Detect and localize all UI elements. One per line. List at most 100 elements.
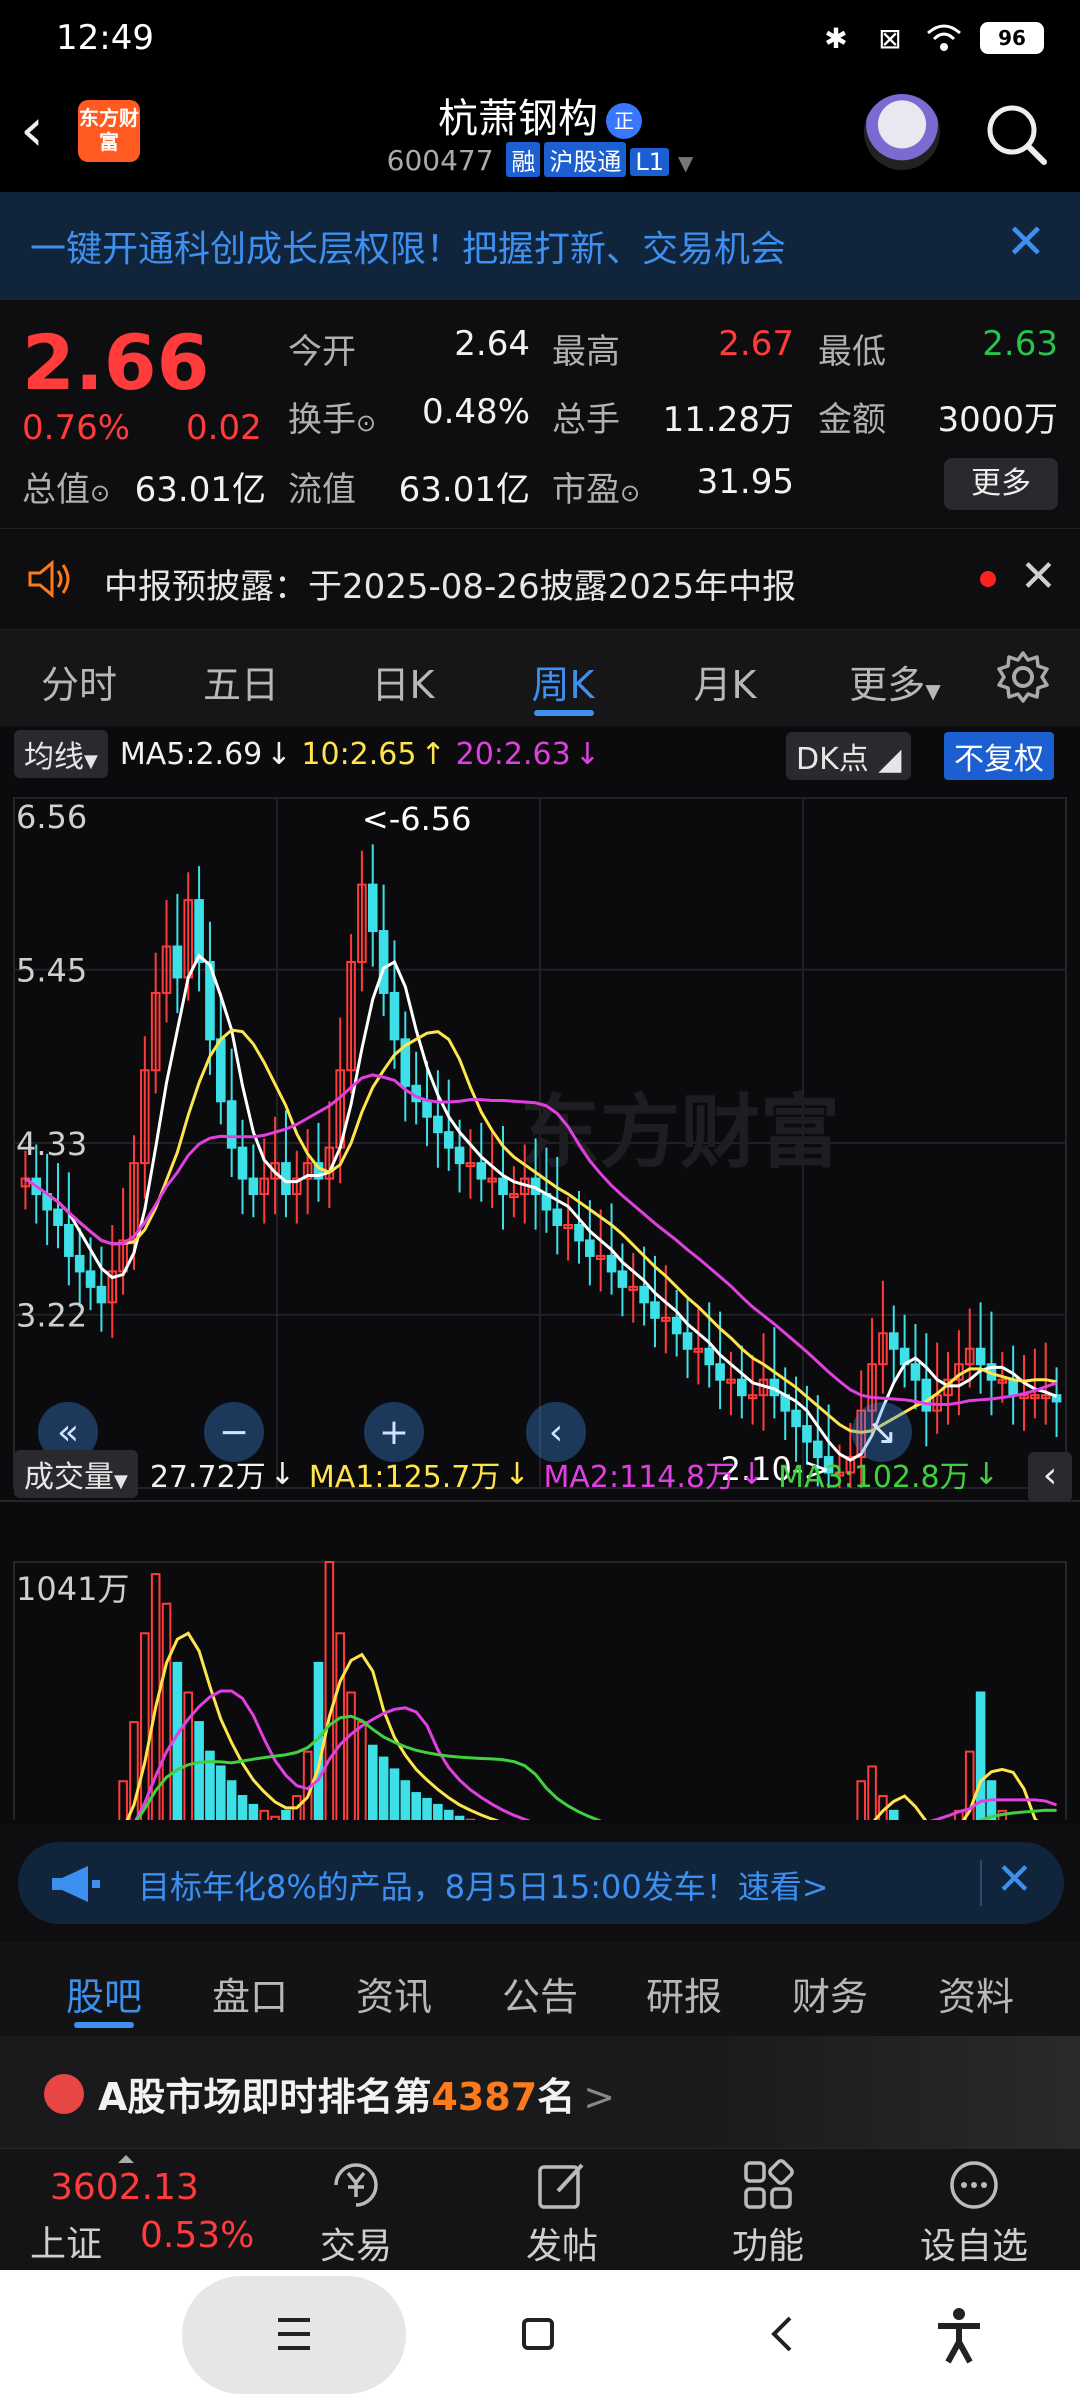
- volume-bar: [357, 1721, 367, 1820]
- volume-bar: [378, 1756, 389, 1820]
- add-watchlist-button[interactable]: 设自选: [914, 2157, 1034, 2269]
- volume-bar: [281, 1809, 291, 1820]
- tab-forum[interactable]: 股吧: [44, 1966, 164, 2021]
- candle-body: [237, 1146, 248, 1180]
- tab-announcements[interactable]: 公告: [480, 1966, 600, 2021]
- more-dots-icon: [950, 2161, 998, 2209]
- candle-body: [715, 1363, 725, 1381]
- promo-pill[interactable]: 目标年化8%的产品，8月5日15:00发车！速看> ✕: [18, 1842, 1064, 1924]
- kline-svg[interactable]: 东方财富 6.565.454.333.222.10 <-6.562.10-> «…: [0, 780, 1080, 1820]
- period-tabs: 分时 五日 日K 周K 月K 更多▼: [0, 630, 1080, 726]
- price-tick-label: 5.45: [16, 952, 87, 990]
- candle-body: [671, 1316, 682, 1335]
- promo-banner[interactable]: 一键开通科创成长层权限！把握打新、交易机会 ✕: [0, 192, 1080, 300]
- menu-icon[interactable]: [276, 2314, 312, 2358]
- candle-body: [704, 1347, 715, 1366]
- tab-news[interactable]: 资讯: [334, 1966, 454, 2021]
- volume-bar: [443, 1809, 454, 1820]
- candle-body: [194, 899, 204, 963]
- search-icon[interactable]: [982, 100, 1052, 170]
- svg-text:«: «: [57, 1412, 79, 1453]
- volume-bar: [194, 1721, 204, 1820]
- candle-body: [96, 1285, 107, 1304]
- notice-text: 中报预披露：于2025-08-26披露2025年中报: [104, 567, 797, 607]
- vol-select[interactable]: 成交量▼: [14, 1450, 138, 1498]
- tag-margin: 融: [506, 142, 541, 177]
- tab-research[interactable]: 研报: [624, 1966, 744, 2021]
- more-button[interactable]: 更多: [944, 458, 1058, 510]
- chevron-right-icon: >: [583, 2075, 616, 2119]
- watermark: 东方财富: [520, 1086, 840, 1179]
- rank-text: A股市场即时排名第4387名 >: [98, 2075, 616, 2119]
- system-nav-bar: [0, 2270, 1080, 2400]
- label-pe: 市盈⊙: [552, 470, 641, 510]
- adjust-button[interactable]: 不复权: [944, 732, 1054, 780]
- volume-bar: [346, 1691, 356, 1820]
- grid-icon: [744, 2159, 794, 2209]
- back-nav-icon[interactable]: [766, 2314, 796, 2358]
- candle-body: [422, 1100, 432, 1118]
- ma-select[interactable]: 均线▼: [14, 730, 108, 778]
- ma5-arrow: ↓: [266, 736, 292, 772]
- index-name[interactable]: 上证: [30, 2215, 102, 2267]
- tab-orderbook[interactable]: 盘口: [190, 1966, 310, 2021]
- ma-legend: 均线▼ MA5:2.69 ↓ 10:2.65 ↑ 20:2.63 ↓: [14, 730, 600, 778]
- collapse-icon[interactable]: ‹: [1028, 1452, 1072, 1502]
- vol-ma2: MA2:114.8万: [543, 1460, 735, 1495]
- tab-profile[interactable]: 资料: [916, 1966, 1036, 2021]
- volume-bar: [389, 1768, 400, 1820]
- volume-bar: [216, 1765, 226, 1820]
- close-icon[interactable]: ✕: [1006, 214, 1046, 270]
- tab-monthly-k[interactable]: 月K: [650, 654, 800, 709]
- label-total-cap: 总值⊙: [22, 470, 111, 510]
- tag-connect: 沪股通: [544, 142, 627, 177]
- functions-button[interactable]: 功能: [708, 2157, 828, 2269]
- quote-panel: 2.66 0.76% 0.02 今开 2.64 最高 2.67 最低 2.63 …: [0, 300, 1080, 528]
- label-turnover: 换手⊙: [288, 400, 377, 440]
- tab-intraday[interactable]: 分时: [4, 654, 154, 709]
- candle-body: [433, 1115, 443, 1134]
- volume-bar: [433, 1803, 443, 1820]
- rank-row[interactable]: A股市场即时排名第4387名 >: [0, 2036, 1080, 2148]
- index-value[interactable]: 3602.13: [50, 2167, 199, 2208]
- candle-body: [650, 1301, 660, 1319]
- assistant-robot-icon[interactable]: [864, 94, 940, 170]
- vol-ma1: MA1:125.7万: [308, 1460, 501, 1495]
- candle-body: [921, 1378, 932, 1412]
- index-percent[interactable]: 0.53%: [140, 2215, 254, 2256]
- verified-badge: 正: [606, 103, 642, 139]
- ma20-arrow: ↓: [574, 736, 600, 772]
- current-price: 2.66: [22, 318, 210, 407]
- tab-five-day[interactable]: 五日: [166, 654, 316, 709]
- tab-more[interactable]: 更多▼: [820, 654, 970, 709]
- label-low: 最低: [818, 332, 886, 372]
- candle-body: [53, 1208, 63, 1226]
- trade-button[interactable]: 交易: [296, 2157, 416, 2269]
- accessibility-icon[interactable]: [934, 2306, 984, 2368]
- candle-body: [802, 1425, 812, 1443]
- bottom-toolbar: 3602.13 上证 0.53% 交易 发帖 功能 设自选: [0, 2148, 1080, 2270]
- volume-bar: [118, 1780, 128, 1820]
- value-volume: 11.28万: [662, 400, 794, 440]
- content-tabs: 股吧 盘口 资讯 公告 研报 财务 资料: [0, 1942, 1080, 2036]
- gear-icon[interactable]: [994, 648, 1052, 706]
- price-tick-label: 3.22: [16, 1297, 87, 1335]
- volume-bar: [270, 1815, 280, 1820]
- rank-number: 4387: [431, 2075, 538, 2119]
- divider: [0, 1500, 1080, 1502]
- dk-point-button[interactable]: DK点 ◢: [786, 732, 912, 780]
- close-icon[interactable]: ✕: [996, 1854, 1033, 1905]
- tab-daily-k[interactable]: 日K: [328, 654, 478, 709]
- home-icon[interactable]: [520, 2316, 556, 2356]
- tab-weekly-k[interactable]: 周K: [488, 654, 638, 709]
- kline-chart-area[interactable]: 均线▼ MA5:2.69 ↓ 10:2.65 ↑ 20:2.63 ↓ DK点 ◢ 不复…: [0, 726, 1080, 1824]
- svg-text:‹: ‹: [549, 1412, 563, 1453]
- candle-body: [639, 1285, 649, 1304]
- close-icon[interactable]: ✕: [1020, 551, 1057, 602]
- notice-bar[interactable]: 中报预披露：于2025-08-26披露2025年中报 ✕: [0, 528, 1080, 630]
- tab-financials[interactable]: 财务: [770, 1966, 890, 2021]
- svg-text:−: −: [219, 1412, 249, 1453]
- post-button[interactable]: 发帖: [502, 2157, 622, 2269]
- svg-text:+: +: [379, 1412, 409, 1453]
- value-amount: 3000万: [937, 400, 1058, 440]
